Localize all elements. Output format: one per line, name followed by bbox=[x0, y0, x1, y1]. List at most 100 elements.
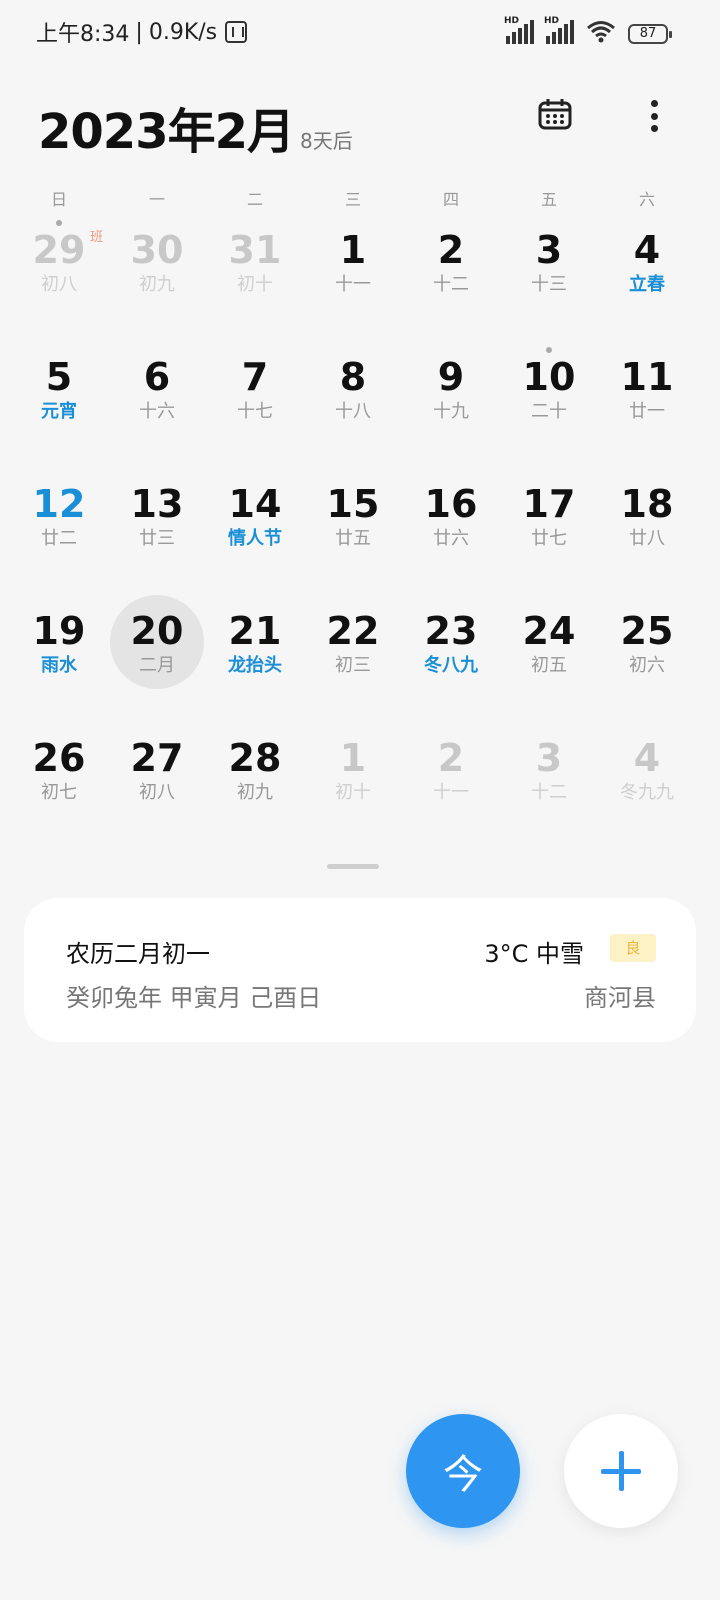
day-cell[interactable]: 13 廿三 bbox=[108, 468, 206, 578]
weekday-label: 一 bbox=[148, 190, 165, 209]
event-dot bbox=[56, 220, 62, 226]
lunar-label: 初六 bbox=[629, 655, 665, 676]
day-number: 31 bbox=[228, 228, 282, 272]
day-cell[interactable]: 4 冬九九 bbox=[598, 722, 696, 832]
lunar-date: 农历二月初一 bbox=[66, 940, 210, 968]
location: 商河县 bbox=[584, 984, 656, 1012]
status-net-speed: 0.9K/s bbox=[148, 19, 218, 45]
day-cell[interactable]: 14 情人节 bbox=[206, 468, 304, 578]
day-number: 26 bbox=[32, 736, 86, 780]
lunar-label: 十六 bbox=[139, 401, 175, 422]
lunar-label: 初五 bbox=[531, 655, 567, 676]
signal-icon: HD bbox=[504, 16, 534, 44]
day-cell[interactable]: 20 二月 bbox=[108, 595, 206, 705]
today-button[interactable]: 今 bbox=[406, 1414, 520, 1528]
day-number: 18 bbox=[620, 482, 674, 526]
day-number: 30 bbox=[130, 228, 184, 272]
day-cell[interactable]: 15 廿五 bbox=[304, 468, 402, 578]
lunar-label: 十七 bbox=[237, 401, 273, 422]
add-event-button[interactable] bbox=[564, 1414, 678, 1528]
day-cell[interactable]: 26 初七 bbox=[10, 722, 108, 832]
ganzhi-date: 癸卯兔年 甲寅月 己酉日 bbox=[66, 984, 322, 1012]
lunar-label: 十一 bbox=[335, 274, 371, 295]
lunar-label: 龙抬头 bbox=[228, 655, 282, 676]
calendar-header: 2023年2月 8天后 bbox=[38, 92, 353, 162]
day-number: 21 bbox=[228, 609, 282, 653]
day-cell[interactable]: 7 十七 bbox=[206, 341, 304, 451]
day-cell[interactable]: 8 十八 bbox=[304, 341, 402, 451]
weekday-label: 五 bbox=[540, 190, 557, 209]
day-cell[interactable]: 12 廿二 bbox=[10, 468, 108, 578]
day-cell[interactable]: 17 廿七 bbox=[500, 468, 598, 578]
day-cell[interactable]: 6 十六 bbox=[108, 341, 206, 451]
day-cell[interactable]: 2 十一 bbox=[402, 722, 500, 832]
lunar-label: 廿八 bbox=[629, 528, 665, 549]
day-number: 4 bbox=[633, 228, 661, 272]
month-title[interactable]: 2023年2月 bbox=[38, 92, 295, 162]
day-cell[interactable]: 30 初九 bbox=[108, 214, 206, 324]
day-cell[interactable]: 28 初九 bbox=[206, 722, 304, 832]
lunar-label: 初十 bbox=[237, 274, 273, 295]
drag-handle[interactable] bbox=[327, 864, 379, 869]
lunar-label: 冬八九 bbox=[424, 655, 478, 676]
day-cell[interactable]: 19 雨水 bbox=[10, 595, 108, 705]
day-number: 24 bbox=[522, 609, 576, 653]
lunar-label: 廿三 bbox=[139, 528, 175, 549]
weekday-label: 六 bbox=[638, 190, 655, 209]
day-cell[interactable]: 3 十二 bbox=[500, 722, 598, 832]
day-cell[interactable]: 1 十一 bbox=[304, 214, 402, 324]
lunar-label: 二月 bbox=[139, 655, 175, 676]
day-cell[interactable]: 24 初五 bbox=[500, 595, 598, 705]
day-cell[interactable]: 5 元宵 bbox=[10, 341, 108, 451]
day-cell[interactable]: 10 二十 bbox=[500, 341, 598, 451]
weekday-label: 日 bbox=[50, 190, 67, 209]
day-number: 5 bbox=[45, 355, 73, 399]
lunar-label: 立春 bbox=[629, 274, 665, 295]
day-cell[interactable]: 25 初六 bbox=[598, 595, 696, 705]
lunar-label: 廿二 bbox=[41, 528, 77, 549]
lunar-label: 初八 bbox=[41, 274, 77, 295]
day-cell[interactable]: 22 初三 bbox=[304, 595, 402, 705]
day-number: 7 bbox=[241, 355, 269, 399]
day-cell[interactable]: 4 立春 bbox=[598, 214, 696, 324]
weekday-label: 二 bbox=[246, 190, 263, 209]
day-cell[interactable]: 21 龙抬头 bbox=[206, 595, 304, 705]
day-number: 20 bbox=[130, 609, 184, 653]
event-dot bbox=[546, 347, 552, 353]
day-number: 14 bbox=[228, 482, 282, 526]
day-number: 9 bbox=[437, 355, 465, 399]
lunar-label: 元宵 bbox=[41, 401, 77, 422]
day-cell[interactable]: 9 十九 bbox=[402, 341, 500, 451]
status-bar: 上午8:34 | 0.9K/s HD HD 87 bbox=[0, 0, 720, 66]
day-cell[interactable]: 23 冬八九 bbox=[402, 595, 500, 705]
day-number: 13 bbox=[130, 482, 184, 526]
status-time: 上午8:34 bbox=[36, 22, 130, 47]
day-number: 29 bbox=[32, 228, 86, 272]
lunar-label: 初三 bbox=[335, 655, 371, 676]
day-cell[interactable]: 16 廿六 bbox=[402, 468, 500, 578]
day-number: 27 bbox=[130, 736, 184, 780]
day-cell[interactable]: 11 廿一 bbox=[598, 341, 696, 451]
lunar-label: 十二 bbox=[433, 274, 469, 295]
day-info-card[interactable]: 农历二月初一 癸卯兔年 甲寅月 己酉日 3°C 中雪 良 商河县 bbox=[24, 898, 696, 1042]
day-cell[interactable]: 31 初十 bbox=[206, 214, 304, 324]
day-cell[interactable]: 2 十二 bbox=[402, 214, 500, 324]
day-cell[interactable]: 27 初八 bbox=[108, 722, 206, 832]
signal-icon-2: HD bbox=[544, 16, 574, 44]
day-number: 4 bbox=[633, 736, 661, 780]
wifi-icon bbox=[587, 21, 615, 43]
weekday-label: 三 bbox=[344, 190, 361, 209]
day-number: 25 bbox=[620, 609, 674, 653]
day-number: 17 bbox=[522, 482, 576, 526]
day-number: 16 bbox=[424, 482, 478, 526]
more-options-icon[interactable] bbox=[648, 100, 660, 132]
day-cell[interactable]: 18 廿八 bbox=[598, 468, 696, 578]
lunar-label: 初七 bbox=[41, 782, 77, 803]
day-cell[interactable]: 1 初十 bbox=[304, 722, 402, 832]
day-number: 2 bbox=[437, 736, 465, 780]
day-cell[interactable]: 班 29 初八 bbox=[10, 214, 108, 324]
day-number: 8 bbox=[339, 355, 367, 399]
calendar-icon[interactable] bbox=[538, 98, 572, 130]
day-cell[interactable]: 3 十三 bbox=[500, 214, 598, 324]
lunar-label: 初九 bbox=[237, 782, 273, 803]
